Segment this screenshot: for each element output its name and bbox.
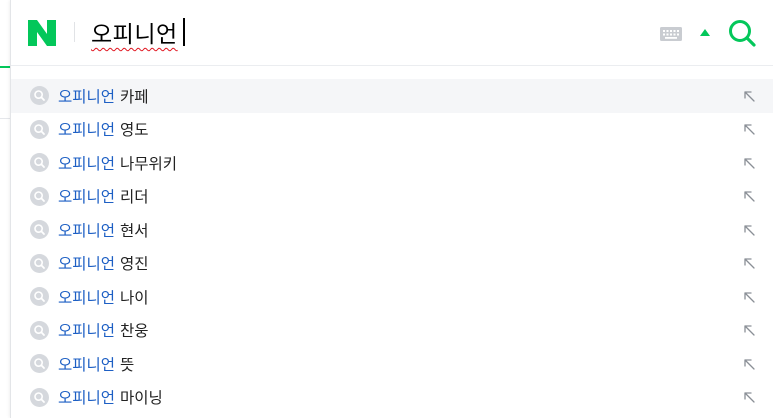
magnifier-icon — [30, 387, 49, 407]
arrow-up-left-icon[interactable] — [743, 157, 755, 169]
suggestion-text: 오피니언 뜻 — [58, 353, 134, 375]
text-caret — [182, 18, 185, 46]
magnifier-icon — [30, 186, 49, 206]
suggestion-suffix: 마이닝 — [119, 389, 163, 408]
suggestion-item[interactable]: 오피니언 리더 — [11, 180, 773, 214]
magnifier-icon — [30, 119, 49, 139]
suggestion-item[interactable]: 오피니언 현서 — [11, 213, 773, 247]
suggestion-keyword: 오피니언 — [58, 121, 116, 140]
magnifier-icon — [30, 320, 49, 340]
suggestion-text: 오피니언 현서 — [58, 219, 149, 241]
suggestion-item[interactable]: 오피니언 나무위키 — [11, 146, 773, 180]
arrow-up-left-icon[interactable] — [743, 391, 755, 403]
suggestion-keyword: 오피니언 — [58, 188, 116, 207]
suggestion-text: 오피니언 영도 — [58, 118, 149, 140]
suggestion-keyword: 오피니언 — [58, 389, 116, 408]
suggestion-item[interactable]: 오피니언 카페 — [11, 79, 773, 113]
suggestion-suffix: 리더 — [119, 188, 149, 207]
suggestion-keyword: 오피니언 — [58, 322, 116, 341]
suggestion-keyword: 오피니언 — [58, 288, 116, 307]
suggestion-suffix: 카페 — [119, 87, 149, 106]
search-query-text[interactable]: 오피니언 — [91, 15, 178, 49]
arrow-up-left-icon[interactable] — [743, 224, 755, 236]
suggestion-text: 오피니언 나무위키 — [58, 152, 177, 174]
suggestion-text: 오피니언 리더 — [58, 185, 149, 207]
background-page-strip — [0, 0, 10, 418]
suggestion-text: 오피니언 나이 — [58, 286, 149, 308]
suggestion-item[interactable]: 오피니언 마이닝 — [11, 381, 773, 415]
suggestion-keyword: 오피니언 — [58, 154, 116, 173]
arrow-up-left-icon[interactable] — [743, 358, 755, 370]
arrow-up-left-icon[interactable] — [743, 257, 755, 269]
background-divider — [0, 118, 10, 119]
suggestion-suffix: 현서 — [119, 221, 149, 240]
suggestion-suffix: 뜻 — [119, 355, 135, 374]
magnifier-icon — [30, 153, 49, 173]
suggestion-keyword: 오피니언 — [58, 355, 116, 374]
suggestion-item[interactable]: 오피니언 뜻 — [11, 347, 773, 381]
magnifier-icon — [30, 287, 49, 307]
magnifier-icon — [30, 354, 49, 374]
suggestion-item[interactable]: 오피니언 영도 — [11, 113, 773, 147]
suggestion-keyword: 오피니언 — [58, 221, 116, 240]
suggestion-suffix: 나무위키 — [119, 154, 178, 173]
suggestion-keyword: 오피니언 — [58, 255, 116, 274]
suggestion-text: 오피니언 카페 — [58, 85, 149, 107]
suggestion-text: 오피니언 영진 — [58, 252, 149, 274]
suggestion-suffix: 영도 — [119, 121, 149, 140]
search-bar: 오피니언 — [11, 0, 773, 66]
caret-up-icon[interactable] — [699, 28, 711, 38]
search-icon[interactable] — [727, 18, 757, 48]
arrow-up-left-icon[interactable] — [743, 190, 755, 202]
arrow-up-left-icon[interactable] — [743, 291, 755, 303]
suggestion-text: 오피니언 찬웅 — [58, 319, 149, 341]
suggestion-item[interactable]: 오피니언 영진 — [11, 247, 773, 281]
background-green-line — [0, 66, 10, 68]
arrow-up-left-icon[interactable] — [743, 123, 755, 135]
suggestion-text: 오피니언 마이닝 — [58, 386, 163, 408]
suggestion-item[interactable]: 오피니언 찬웅 — [11, 314, 773, 348]
arrow-up-left-icon[interactable] — [743, 324, 755, 336]
keyboard-icon[interactable] — [660, 27, 682, 41]
suggestion-suffix: 영진 — [119, 255, 149, 274]
magnifier-icon — [30, 220, 49, 240]
suggestion-list: 오피니언 카페 오피니언 영도 오피니언 나무위키 오피니언 리더 오피니언 현서 오피니… — [11, 79, 773, 414]
arrow-up-left-icon[interactable] — [743, 90, 755, 102]
naver-logo-icon[interactable] — [28, 20, 56, 46]
suggestion-suffix: 찬웅 — [119, 322, 149, 341]
search-autocomplete-panel: 오피니언 오피니언 카페 오피니언 영도 오피니언 나무위키 오피니언 리더 오… — [10, 0, 773, 418]
magnifier-icon — [30, 253, 49, 273]
magnifier-icon — [30, 86, 49, 106]
search-input[interactable]: 오피니언 — [91, 16, 185, 48]
suggestion-item[interactable]: 오피니언 나이 — [11, 280, 773, 314]
suggestion-keyword: 오피니언 — [58, 87, 116, 106]
search-bar-divider — [74, 22, 75, 42]
suggestion-suffix: 나이 — [119, 288, 149, 307]
